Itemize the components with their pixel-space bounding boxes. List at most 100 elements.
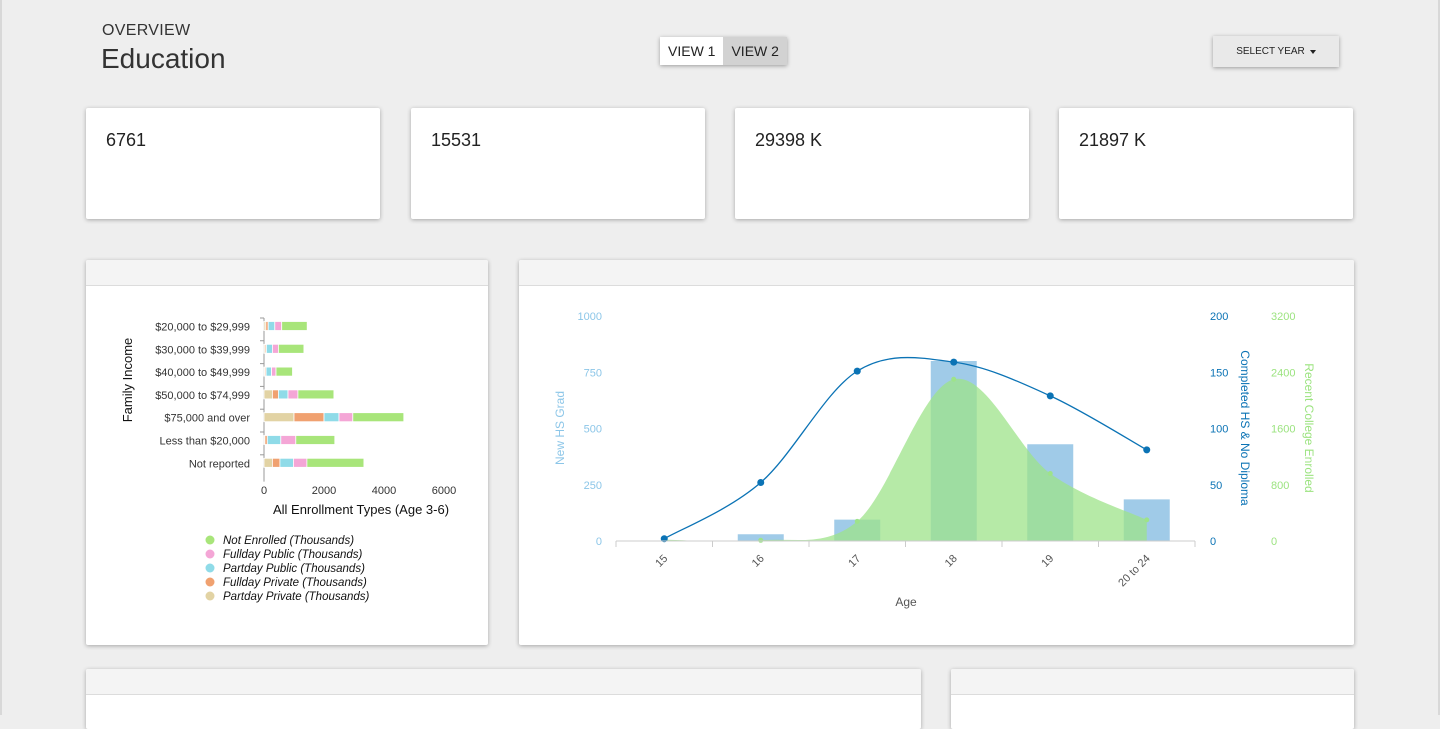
bar-segment <box>277 389 289 400</box>
stat-card-4: 21897 K <box>1059 108 1353 219</box>
bar-segment <box>263 389 273 400</box>
select-year-dropdown[interactable]: SELECT YEAR <box>1213 36 1339 67</box>
view-2-button[interactable]: VIEW 2 <box>723 37 787 65</box>
line-point <box>1046 392 1054 400</box>
legend-swatch <box>205 549 215 559</box>
area-series <box>664 378 1147 542</box>
stat-card-1: 6761 <box>86 108 380 219</box>
legend-label: Partday Private (Thousands) <box>223 591 370 603</box>
view-1-button[interactable]: VIEW 1 <box>660 37 724 65</box>
right1-tick-label: 0 <box>1210 536 1216 548</box>
x-axis-label: All Enrollment Types (Age 3-6) <box>273 502 449 517</box>
bar-segment <box>271 457 281 468</box>
stat-value: 29398 K <box>755 130 823 150</box>
right2-tick-label: 1600 <box>1271 424 1295 436</box>
x-tick-label: 2000 <box>312 485 336 497</box>
legend-swatch <box>205 577 215 587</box>
bottom-panel-left <box>86 669 921 729</box>
right1-tick-label: 100 <box>1210 424 1228 436</box>
bar-segment <box>292 457 308 468</box>
line-point <box>950 358 958 366</box>
category-label: $40,000 to $49,999 <box>155 367 250 379</box>
x-tick-label: 0 <box>261 485 267 497</box>
y-axis-label: Family Income <box>120 338 135 423</box>
bar-segment <box>297 389 335 400</box>
line-point <box>1143 446 1151 454</box>
category-label: $75,000 and over <box>164 413 250 425</box>
line-point <box>757 479 765 486</box>
right1-tick-label: 50 <box>1210 480 1222 492</box>
x-tick-label: 16 <box>750 553 767 570</box>
panel-header <box>951 669 1354 695</box>
page-eyebrow: OVERVIEW <box>102 22 191 39</box>
right2-tick-label: 0 <box>1271 536 1277 548</box>
legend-label: Not Enrolled (Thousands) <box>223 535 354 547</box>
stat-value: 21897 K <box>1079 130 1147 150</box>
bar-segment <box>306 457 365 468</box>
bar-segment <box>271 343 279 354</box>
bar-segment <box>263 412 295 423</box>
legend-label: Fullday Private (Thousands) <box>223 577 367 589</box>
x-tick-label: 17 <box>846 553 863 570</box>
category-label: $20,000 to $29,999 <box>155 322 250 334</box>
bar-segment <box>293 412 325 423</box>
bar-segment <box>266 435 282 445</box>
left-tick-label: 0 <box>596 536 602 548</box>
legend-swatch <box>205 535 215 545</box>
caret-down-icon <box>1309 50 1316 54</box>
view-toggle: VIEW 1 VIEW 2 <box>660 37 787 65</box>
x-tick-label: 18 <box>943 553 960 570</box>
left-axis-label: New HS Grad <box>553 391 567 465</box>
stat-card-3: 29398 K <box>735 108 1029 219</box>
right1-tick-label: 150 <box>1210 367 1228 379</box>
right2-tick-label: 800 <box>1271 480 1289 492</box>
bar-segment <box>277 343 305 354</box>
left-tick-label: 500 <box>584 424 602 436</box>
left-tick-label: 1000 <box>578 311 602 323</box>
right-axis-1-label: Completed HS & No Diploma <box>1238 350 1252 506</box>
bottom-panel-right <box>951 669 1354 729</box>
right2-tick-label: 3200 <box>1271 311 1295 323</box>
page-title: Education <box>101 43 226 74</box>
category-label: $50,000 to $74,999 <box>155 390 250 402</box>
category-label: $30,000 to $39,999 <box>155 344 250 356</box>
bar-segment <box>281 321 308 331</box>
x-tick-label: 19 <box>1039 553 1056 570</box>
x-axis-label: Age <box>895 595 917 609</box>
bar-segment <box>280 435 297 445</box>
panel-header <box>86 669 921 695</box>
enrollment-chart: $20,000 to $29,999 $30,000 to $39,999 $40,… <box>120 317 456 603</box>
bar-segment <box>271 366 277 377</box>
age-panel: 15 16 17 18 19 20 to 24 0 250 500 750 1000 0 50 100 15… <box>519 260 1354 645</box>
bar-segment <box>338 412 354 423</box>
area-point <box>854 518 860 524</box>
stat-value: 15531 <box>431 130 482 150</box>
left-tick-label: 750 <box>584 367 602 379</box>
legend-swatch <box>205 563 215 573</box>
bar-segment <box>274 321 283 331</box>
x-tick-label: 6000 <box>432 485 456 497</box>
bar-segment <box>265 343 273 354</box>
legend-label: Partday Public (Thousands) <box>223 563 365 575</box>
right-axis-2-label: Recent College Enrolled <box>1302 363 1316 492</box>
area-point <box>951 376 957 382</box>
bar-segment <box>275 366 293 377</box>
enrollment-panel: $20,000 to $29,999 $30,000 to $39,999 $40,… <box>86 260 488 645</box>
bar-segment <box>287 389 299 400</box>
right2-tick-label: 2400 <box>1271 367 1295 379</box>
x-tick-label: 15 <box>653 553 670 570</box>
bar-segment <box>271 389 279 400</box>
legend-swatch <box>205 591 215 601</box>
line-point <box>853 367 861 375</box>
select-year-label: SELECT YEAR <box>1236 46 1305 57</box>
category-label: Not reported <box>189 458 250 470</box>
age-chart: 15 16 17 18 19 20 to 24 0 250 500 750 1000 0 50 100 15… <box>553 311 1316 609</box>
bar-segment <box>263 457 273 468</box>
category-label: Less than $20,000 <box>159 436 250 448</box>
area-point <box>758 537 764 543</box>
stat-value: 6761 <box>106 130 147 150</box>
bar-segment <box>323 412 340 423</box>
area-point <box>1144 517 1150 523</box>
x-tick-label: 20 to 24 <box>1116 553 1153 590</box>
x-tick-label: 4000 <box>372 485 396 497</box>
